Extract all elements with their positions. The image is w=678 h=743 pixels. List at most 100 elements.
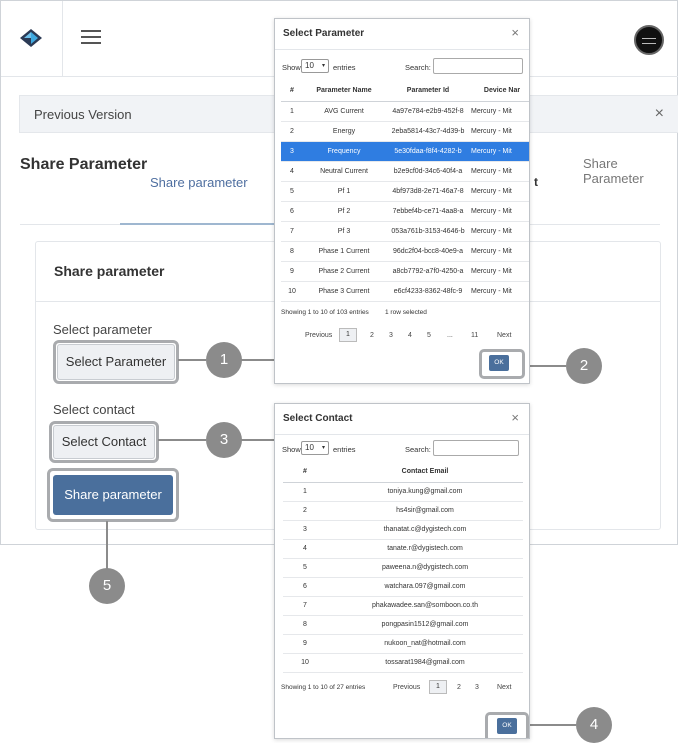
table-cell: a8cb7792-a7f0-4250-a <box>385 261 471 282</box>
table-cell: 8 <box>281 241 303 262</box>
pagination-page[interactable]: 2 <box>370 332 374 339</box>
table-row[interactable]: 7 phakawadee.san@somboon.co.th <box>283 596 523 616</box>
search-input[interactable] <box>433 440 519 456</box>
callout-4-line <box>528 724 576 726</box>
close-icon[interactable]: × <box>511 25 519 40</box>
table-row[interactable]: 4 tanate.r@dygistech.com <box>283 539 523 559</box>
table-cell: 96dc2f04-bcc8-40e9-a <box>385 241 471 262</box>
pagination-current[interactable]: 1 <box>339 328 357 342</box>
table-cell: 10 <box>281 281 303 302</box>
entries-label: entries <box>333 63 356 72</box>
callout-5: 5 <box>89 568 125 604</box>
hamburger-icon[interactable] <box>81 30 101 46</box>
pagination-page[interactable]: 11 <box>471 332 478 339</box>
table-row[interactable]: 10 tossarat1984@gmail.com <box>283 653 523 673</box>
callout-3-line-right <box>240 439 274 441</box>
pagination-previous[interactable]: Previous <box>305 332 332 339</box>
callout-3: 3 <box>206 422 242 458</box>
table-cell: Neutral Current <box>303 161 385 182</box>
table-cell: 7 <box>283 596 327 616</box>
pagination-page[interactable]: 3 <box>389 332 393 339</box>
table-row[interactable]: 1 AVG Current 4a97e784-e2b9-452f-8 Mercury … <box>281 101 529 122</box>
table-row[interactable]: 6 Pf 2 7ebbef4b-ce71-4aa8-a Mercury - Mit <box>281 201 529 222</box>
table-row[interactable]: 8 Phase 1 Current 96dc2f04-bcc8-40e9-a Merc… <box>281 241 529 262</box>
table-row[interactable]: 7 Pf 3 053a761b-3153-4646-b Mercury - Mit <box>281 221 529 242</box>
table-cell: 4 <box>281 161 303 182</box>
column-header[interactable]: # <box>281 81 303 102</box>
tab-label: Share parameter <box>150 175 248 190</box>
table-row[interactable]: 9 Phase 2 Current a8cb7792-a7f0-4250-a Merc… <box>281 261 529 282</box>
select-parameter-label: Select parameter <box>53 322 152 337</box>
table-cell: Phase 3 Current <box>303 281 385 302</box>
table-row[interactable]: 9 nukoon_nat@hotmail.com <box>283 634 523 654</box>
column-header[interactable]: Device Nar <box>471 81 529 102</box>
table-cell: paweena.n@dygistech.com <box>327 558 523 578</box>
select-parameter-button[interactable]: Select Parameter <box>57 344 175 380</box>
pagination-page[interactable]: 5 <box>427 332 431 339</box>
table-cell: 4bf973d8-2e71-46a7-8 <box>385 181 471 202</box>
pagination-ellipsis: ... <box>447 332 453 339</box>
entries-value: 10 <box>305 61 314 70</box>
table-cell: 5e30fdaa-f8f4-4282-b <box>385 141 471 162</box>
table-row[interactable]: 5 Pf 1 4bf973d8-2e71-46a7-8 Mercury - Mit <box>281 181 529 202</box>
column-header[interactable]: # <box>283 462 327 483</box>
table-row[interactable]: 2 hs4sir@gmail.com <box>283 501 523 521</box>
table-info: Showing 1 to 10 of 27 entries <box>281 684 366 691</box>
column-header[interactable]: Contact Email <box>327 462 523 483</box>
column-header[interactable]: Parameter Id <box>385 81 471 102</box>
table-cell: Pf 2 <box>303 201 385 222</box>
table-row[interactable]: 4 Neutral Current b2e9cf0d-34c6-40f4-a Merc… <box>281 161 529 182</box>
divider <box>275 434 529 435</box>
table-cell: 9 <box>281 261 303 282</box>
table-row[interactable]: 3 Frequency 5e30fdaa-f8f4-4282-b Mercury - … <box>281 141 529 162</box>
column-header[interactable]: Parameter Name <box>303 81 385 102</box>
close-icon[interactable]: × <box>655 105 664 123</box>
table-cell: Mercury - Mit <box>471 121 529 142</box>
pagination-page[interactable]: 2 <box>457 684 461 691</box>
table-row[interactable]: 2 Energy 2eba5814-43c7-4d39-b Mercury - Mit <box>281 121 529 142</box>
table-cell: 4a97e784-e2b9-452f-8 <box>385 101 471 122</box>
pagination-next[interactable]: Next <box>497 332 511 339</box>
select-contact-button[interactable]: Select Contact <box>53 425 155 459</box>
ok-button[interactable]: OK <box>497 718 517 734</box>
select-contact-label: Select contact <box>53 402 135 417</box>
previous-version-label: Previous Version <box>34 107 132 122</box>
table-cell: 1 <box>283 482 327 502</box>
table-row[interactable]: 5 paweena.n@dygistech.com <box>283 558 523 578</box>
entries-select[interactable]: 10 ▾ <box>301 59 329 73</box>
table-cell: 6 <box>281 201 303 222</box>
table-row[interactable]: 6 watchara.097@gmail.com <box>283 577 523 597</box>
table-cell: 2 <box>283 501 327 521</box>
table-row[interactable]: 10 Phase 3 Current e6cf4233-8362-48fc-9 Mer… <box>281 281 529 302</box>
pagination-current[interactable]: 1 <box>429 680 447 694</box>
ok-button[interactable]: OK <box>489 355 509 371</box>
table-row[interactable]: 8 pongpasin1512@gmail.com <box>283 615 523 635</box>
table-cell: b2e9cf0d-34c6-40f4-a <box>385 161 471 182</box>
table-cell: pongpasin1512@gmail.com <box>327 615 523 635</box>
modal-title: Select Parameter <box>283 28 365 39</box>
pagination-page[interactable]: 3 <box>475 684 479 691</box>
contact-table: # Contact Email 1 toniya.kung@gmail.com 2 h… <box>283 462 523 673</box>
close-icon[interactable]: × <box>511 410 519 425</box>
table-cell: 1 <box>281 101 303 122</box>
entries-select[interactable]: 10 ▾ <box>301 441 329 455</box>
logo[interactable] <box>1 1 63 77</box>
user-avatar-icon[interactable] <box>634 25 664 55</box>
table-cell: Pf 3 <box>303 221 385 242</box>
table-cell: tossarat1984@gmail.com <box>327 653 523 673</box>
search-input[interactable] <box>433 58 523 74</box>
chevron-down-icon: ▾ <box>321 445 325 451</box>
table-cell: 053a761b-3153-4646-b <box>385 221 471 242</box>
pagination-page[interactable]: 4 <box>408 332 412 339</box>
entries-label: entries <box>333 445 356 454</box>
table-cell: Energy <box>303 121 385 142</box>
share-parameter-button[interactable]: Share parameter <box>53 475 173 515</box>
pagination-previous[interactable]: Previous <box>393 684 420 691</box>
search-label: Search: <box>405 445 431 454</box>
pagination-next[interactable]: Next <box>497 684 511 691</box>
table-row[interactable]: 3 thanatat.c@dygistech.com <box>283 520 523 540</box>
tab-share-parameter[interactable]: Share parameter <box>120 171 290 225</box>
table-cell: Pf 1 <box>303 181 385 202</box>
table-cell: e6cf4233-8362-48fc-9 <box>385 281 471 302</box>
table-row[interactable]: 1 toniya.kung@gmail.com <box>283 482 523 502</box>
